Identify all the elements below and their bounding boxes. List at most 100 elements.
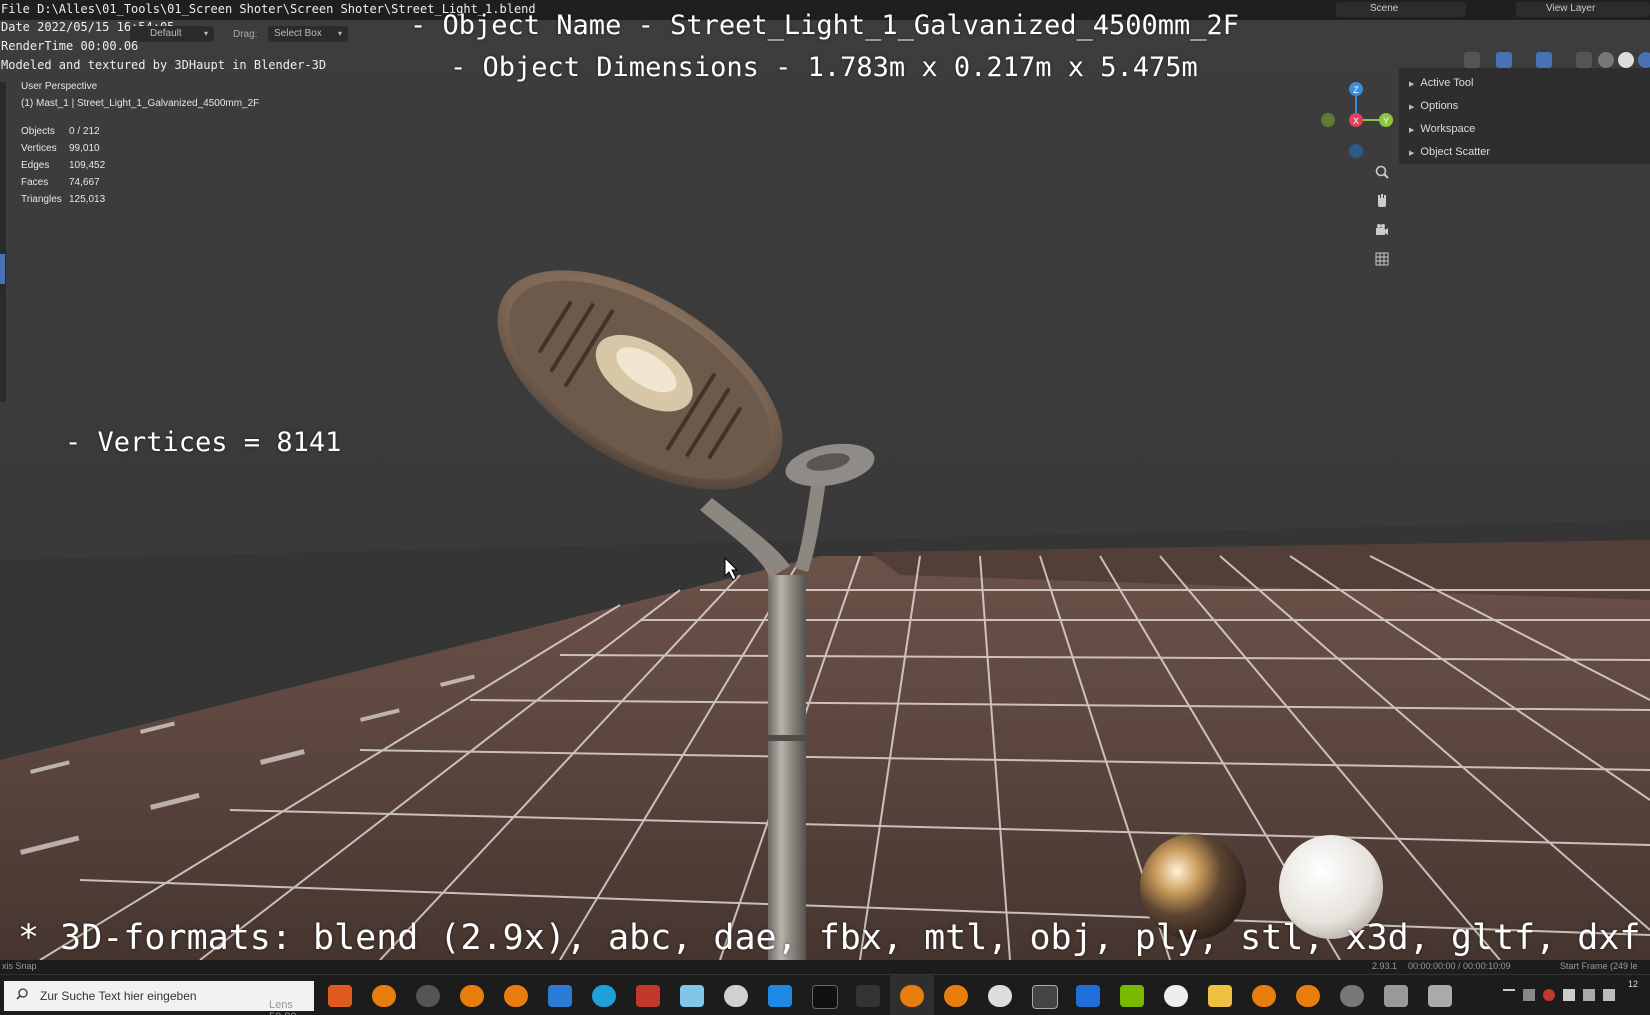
edge-icon[interactable] (592, 985, 616, 1007)
clock-app-icon[interactable] (1164, 985, 1188, 1007)
scene-selector[interactable]: Scene (1366, 2, 1466, 17)
axis-z-label: Z (1353, 85, 1359, 95)
gizmo-toggle-icon[interactable] (1496, 52, 1512, 68)
sidebar-item-active-tool[interactable]: ▶ Active Tool (1409, 77, 1473, 89)
status-bar: xis Snap 2.93.1 00:00:00:00 / 00:00:10:0… (0, 960, 1650, 974)
active-object-label: (1) Mast_1 | Street_Light_1_Galvanized_4… (21, 98, 260, 109)
active-tool-indicator (0, 254, 5, 284)
camera-icon (1376, 224, 1388, 235)
cube-icon[interactable] (1032, 985, 1058, 1009)
drag-label: Drag: (233, 29, 258, 40)
zoom-icon[interactable] (1370, 160, 1394, 184)
visibility-icon[interactable] (1464, 52, 1480, 68)
magnifier-icon (1375, 165, 1389, 179)
usb-icon[interactable] (1384, 985, 1408, 1007)
obs-icon[interactable] (416, 985, 440, 1007)
render-time-stamp: RenderTime 00:00.06 (1, 39, 139, 53)
sidebar-item-label: Options (1420, 100, 1459, 112)
lens-overlay-text: Lens 50.00 (269, 999, 297, 1015)
sidebar-item-options[interactable]: ▶ Options (1409, 100, 1458, 112)
chevron-down-icon: ▾ (337, 29, 342, 38)
panda-icon[interactable] (988, 985, 1012, 1007)
network-icon[interactable] (1523, 989, 1535, 1001)
stat-label: Faces (21, 177, 49, 188)
chevron-down-icon: ▾ (203, 29, 208, 38)
view-perspective-label: User Perspective (21, 81, 98, 92)
nvidia-icon[interactable] (1120, 985, 1144, 1007)
window-icon[interactable] (1428, 985, 1452, 1007)
chevron-up-icon[interactable] (1503, 989, 1515, 1003)
ortho-grid-icon[interactable] (1370, 247, 1394, 271)
stat-label: Objects (21, 126, 55, 137)
stat-value: 99,010 (69, 143, 100, 154)
blender-icon[interactable] (1252, 985, 1276, 1007)
version-label: 2.93.1 (1372, 961, 1398, 971)
credit-stamp: Modeled and textured by 3DHaupt in Blend… (1, 58, 327, 72)
axis-y-label: Y (1383, 116, 1389, 126)
stat-value: 109,452 (69, 160, 106, 171)
camera-view-icon[interactable] (1370, 218, 1394, 242)
mail-icon[interactable] (548, 985, 572, 1007)
stat-label: Vertices (21, 143, 57, 154)
blender-icon[interactable] (1296, 985, 1320, 1007)
firefox-icon[interactable] (328, 985, 352, 1007)
volume-icon[interactable] (1603, 989, 1615, 1001)
frame-label: Start Frame (249 le (1560, 961, 1638, 971)
notes-icon[interactable] (680, 985, 704, 1007)
3d-viewport[interactable]: File D:\Alles\01_Tools\01_Screen Shoter\… (0, 0, 1650, 1015)
chat-icon[interactable] (768, 985, 792, 1007)
left-toolbar[interactable] (0, 82, 6, 402)
blender-icon[interactable] (504, 985, 528, 1007)
blender-icon[interactable] (460, 985, 484, 1007)
battery-icon[interactable] (1563, 989, 1575, 1001)
drag-value: Select Box (274, 28, 322, 39)
taskbar-clock[interactable]: 12 (1628, 979, 1638, 989)
object-name-caption: - Object Name - Street_Light_1_Galvanize… (410, 10, 1240, 41)
stat-value: 74,667 (69, 177, 100, 188)
orientation-dropdown[interactable]: Default ▾ (130, 26, 214, 42)
folder-icon[interactable] (1208, 985, 1232, 1007)
grid-icon (1375, 252, 1389, 266)
stat-value: 125,013 (69, 194, 106, 205)
snipping-icon[interactable] (856, 985, 880, 1007)
stat-label: Edges (21, 160, 50, 171)
gear-icon[interactable] (1340, 985, 1364, 1007)
sidebar-panel: ▶ Active Tool ▶ Options ▶ Workspace ▶ Object… (1399, 68, 1650, 164)
blender-icon[interactable] (372, 985, 396, 1007)
material-shading-icon[interactable] (1638, 52, 1650, 68)
triangle-right-icon: ▶ (1409, 127, 1415, 134)
solid-shading-icon[interactable] (1618, 52, 1634, 68)
search-icon (16, 988, 28, 1000)
scene-label: Scene (1370, 3, 1399, 14)
paint-icon[interactable] (724, 985, 748, 1007)
drag-dropdown[interactable]: Select Box ▾ (268, 26, 348, 42)
object-dimensions-caption: - Object Dimensions - 1.783m x 0.217m x … (450, 52, 1198, 83)
triangle-right-icon: ▶ (1409, 150, 1415, 157)
timecode-label: 00:00:00:00 / 00:00:10:09 (1408, 961, 1511, 971)
view-layer-selector[interactable]: View Layer (1516, 2, 1650, 17)
sidebar-item-label: Workspace (1420, 123, 1476, 135)
antivirus-icon[interactable] (1543, 989, 1555, 1001)
terminal-icon[interactable] (812, 985, 838, 1009)
triangle-right-icon: ▶ (1409, 104, 1415, 111)
overlay-toggle-icon[interactable] (1536, 52, 1552, 68)
axis-gizmo[interactable]: Z Y X (1316, 76, 1396, 160)
calendar-icon[interactable] (1076, 985, 1100, 1007)
view-layer-label: View Layer (1546, 3, 1596, 14)
hand-icon (1378, 194, 1386, 207)
wireframe-shading-icon[interactable] (1598, 52, 1614, 68)
taskbar-search-input[interactable]: Zur Suche Text hier eingeben Lens 50.00 (4, 981, 314, 1015)
blender-icon[interactable] (944, 985, 968, 1007)
pan-hand-icon[interactable] (1370, 189, 1394, 213)
axis-x-label: X (1353, 116, 1359, 126)
formats-caption: * 3D-formats: blend (2.9x), abc, dae, fb… (18, 918, 1641, 958)
blender-icon[interactable] (900, 985, 924, 1007)
stat-label: Triangles (21, 194, 62, 205)
sidebar-item-object-scatter[interactable]: ▶ Object Scatter (1409, 146, 1490, 158)
sidebar-item-workspace[interactable]: ▶ Workspace (1409, 123, 1475, 135)
xray-icon[interactable] (1576, 52, 1592, 68)
app-red-icon[interactable] (636, 985, 660, 1007)
sidebar-item-label: Object Scatter (1420, 146, 1491, 158)
status-left-hint: xis Snap (2, 961, 37, 971)
wifi-icon[interactable] (1583, 989, 1595, 1001)
